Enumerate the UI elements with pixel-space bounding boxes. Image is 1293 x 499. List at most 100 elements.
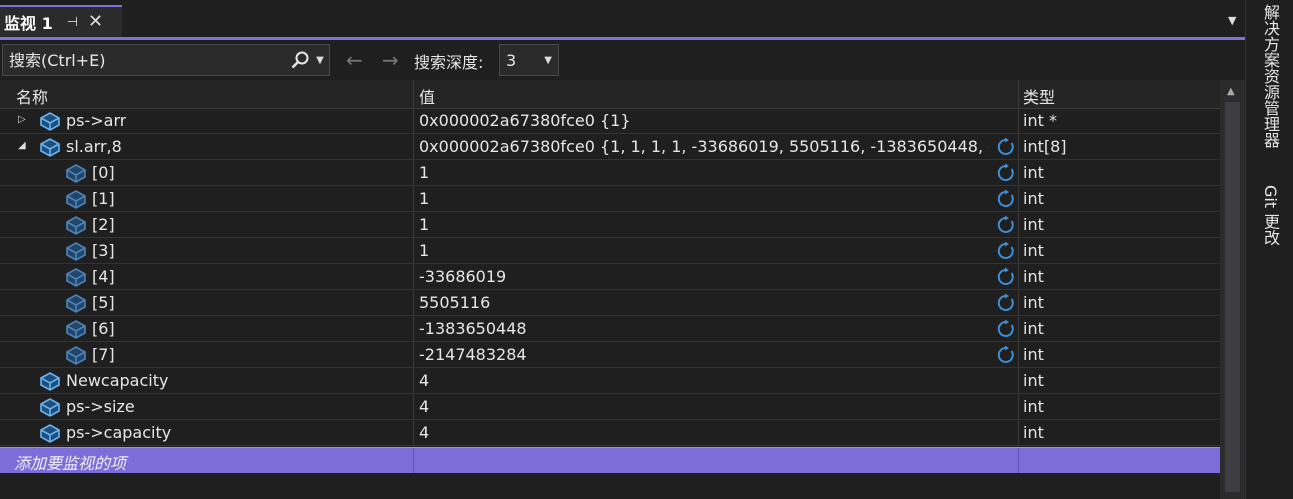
search-depth-label: 搜索深度:	[414, 53, 484, 72]
vertical-scrollbar[interactable]: ▲	[1220, 80, 1245, 499]
watch-name-cell[interactable]: [2]	[92, 215, 115, 234]
watch-row[interactable]: [7] -2147483284 int	[0, 342, 1220, 368]
refresh-icon[interactable]	[996, 241, 1016, 265]
watch-name-cell[interactable]: [7]	[92, 345, 115, 364]
watch-row[interactable]: [3] 1 int	[0, 238, 1220, 264]
pin-icon[interactable]: ⊣	[67, 15, 78, 30]
watch-row[interactable]: ▷ ps->arr 0x000002a67380fce0 {1} int *	[0, 108, 1220, 134]
watch-row[interactable]: ◢ sl.arr,8 0x000002a67380fce0 {1, 1, 1, 1,…	[0, 134, 1220, 160]
watch-name-cell[interactable]: [3]	[92, 241, 115, 260]
watch-name-cell[interactable]: sl.arr,8	[66, 137, 122, 156]
watch-value-cell[interactable]: 4	[419, 371, 989, 390]
watch-toolbar: ▼ ← → 搜索深度: 3 ▼	[0, 40, 1245, 80]
watch-name-cell[interactable]: Newcapacity	[66, 371, 168, 390]
watch-grid: 名称 值 类型 ▷ ps->arr 0x000002a67380fce0 {1} in…	[0, 80, 1220, 499]
watch-type-cell: int	[1023, 241, 1044, 260]
watch-value-cell[interactable]: 1	[419, 189, 989, 208]
watch-value-cell[interactable]: 1	[419, 241, 989, 260]
watch-value-cell[interactable]: 0x000002a67380fce0 {1}	[419, 111, 989, 130]
watch-type-cell: int	[1023, 267, 1044, 286]
refresh-icon[interactable]	[996, 215, 1016, 239]
add-watch-row[interactable]: 添加要监视的项	[0, 447, 1220, 473]
watch-type-cell: int	[1023, 215, 1044, 234]
tab-title: 监视 1	[4, 14, 53, 33]
column-header-value[interactable]: 值	[419, 84, 435, 108]
watch-value-cell[interactable]: 1	[419, 163, 989, 182]
watch-name-cell[interactable]: [1]	[92, 189, 115, 208]
add-watch-placeholder[interactable]: 添加要监视的项	[14, 450, 126, 474]
watch-type-cell: int	[1023, 319, 1044, 338]
variable-icon	[64, 189, 88, 213]
variable-icon	[64, 241, 88, 265]
watch-row[interactable]: [1] 1 int	[0, 186, 1220, 212]
watch-value-cell[interactable]: 0x000002a67380fce0 {1, 1, 1, 1, -3368601…	[419, 137, 989, 156]
scroll-up-icon[interactable]: ▲	[1227, 86, 1235, 97]
watch-value-cell[interactable]: 4	[419, 397, 989, 416]
watch-row[interactable]: [0] 1 int	[0, 160, 1220, 186]
column-header-type[interactable]: 类型	[1023, 84, 1055, 108]
variable-icon	[64, 293, 88, 317]
back-arrow-icon[interactable]: ←	[346, 48, 363, 72]
refresh-icon[interactable]	[996, 189, 1016, 213]
grid-header: 名称 值 类型	[0, 80, 1220, 109]
watch-row[interactable]: ps->size 4 int	[0, 394, 1220, 420]
collapse-arrow-icon[interactable]: ◢	[18, 140, 26, 151]
variable-icon	[38, 397, 62, 421]
refresh-icon[interactable]	[996, 319, 1016, 343]
refresh-icon[interactable]	[996, 345, 1016, 369]
watch-name-cell[interactable]: ps->arr	[66, 111, 126, 130]
forward-arrow-icon[interactable]: →	[382, 48, 399, 72]
side-tab-solution-explorer[interactable]: 解决方案资源管理器	[1258, 4, 1282, 148]
watch-value-cell[interactable]: 5505116	[419, 293, 989, 312]
watch-row[interactable]: [6] -1383650448 int	[0, 316, 1220, 342]
watch-value-cell[interactable]: 1	[419, 215, 989, 234]
column-divider	[1018, 448, 1019, 473]
search-icon[interactable]	[289, 49, 311, 71]
side-tool-rail: 解决方案资源管理器 Git 更改	[1245, 0, 1293, 499]
refresh-icon[interactable]	[996, 163, 1016, 187]
variable-icon	[38, 111, 62, 135]
watch-name-cell[interactable]: [6]	[92, 319, 115, 338]
tab-watch-1[interactable]: 监视 1 ⊣ ✕	[0, 5, 122, 37]
watch-value-cell[interactable]: -33686019	[419, 267, 989, 286]
watch-value-cell[interactable]: -1383650448	[419, 319, 989, 338]
scrollbar-thumb[interactable]	[1225, 102, 1240, 492]
expand-arrow-icon[interactable]: ▷	[18, 114, 26, 125]
variable-icon	[64, 267, 88, 291]
watch-type-cell: int	[1023, 423, 1044, 442]
watch-row[interactable]: [4] -33686019 int	[0, 264, 1220, 290]
variable-icon	[38, 423, 62, 447]
search-options-chevron-icon[interactable]: ▼	[311, 55, 329, 66]
column-divider	[413, 448, 414, 473]
search-box: ▼	[2, 44, 330, 76]
watch-name-cell[interactable]: [4]	[92, 267, 115, 286]
watch-row[interactable]: [2] 1 int	[0, 212, 1220, 238]
close-icon[interactable]: ✕	[88, 13, 103, 31]
refresh-icon[interactable]	[996, 267, 1016, 291]
chevron-down-icon: ▼	[544, 54, 552, 66]
panel-dropdown-icon[interactable]: ▼	[1228, 14, 1236, 27]
watch-type-cell: int	[1023, 293, 1044, 312]
watch-name-cell[interactable]: ps->size	[66, 397, 135, 416]
watch-type-cell: int	[1023, 397, 1044, 416]
column-header-name[interactable]: 名称	[16, 84, 48, 108]
refresh-icon[interactable]	[996, 293, 1016, 317]
variable-icon	[64, 215, 88, 239]
watch-row[interactable]: Newcapacity 4 int	[0, 368, 1220, 394]
watch-value-cell[interactable]: -2147483284	[419, 345, 989, 364]
search-depth-select[interactable]: 3 ▼	[499, 44, 559, 76]
watch-value-cell[interactable]: 4	[419, 423, 989, 442]
tab-strip: 监视 1 ⊣ ✕ ▼	[0, 0, 1245, 37]
refresh-icon[interactable]	[996, 137, 1016, 161]
search-input[interactable]	[3, 49, 289, 71]
watch-name-cell[interactable]: ps->capacity	[66, 423, 171, 442]
side-tab-git-changes[interactable]: Git 更改	[1258, 185, 1282, 245]
watch-row[interactable]: [5] 5505116 int	[0, 290, 1220, 316]
watch-name-cell[interactable]: [0]	[92, 163, 115, 182]
variable-icon	[64, 163, 88, 187]
watch-type-cell: int *	[1023, 111, 1057, 130]
variable-icon	[64, 319, 88, 343]
watch-row[interactable]: ps->capacity 4 int	[0, 420, 1220, 446]
watch-name-cell[interactable]: [5]	[92, 293, 115, 312]
watch-type-cell: int	[1023, 345, 1044, 364]
